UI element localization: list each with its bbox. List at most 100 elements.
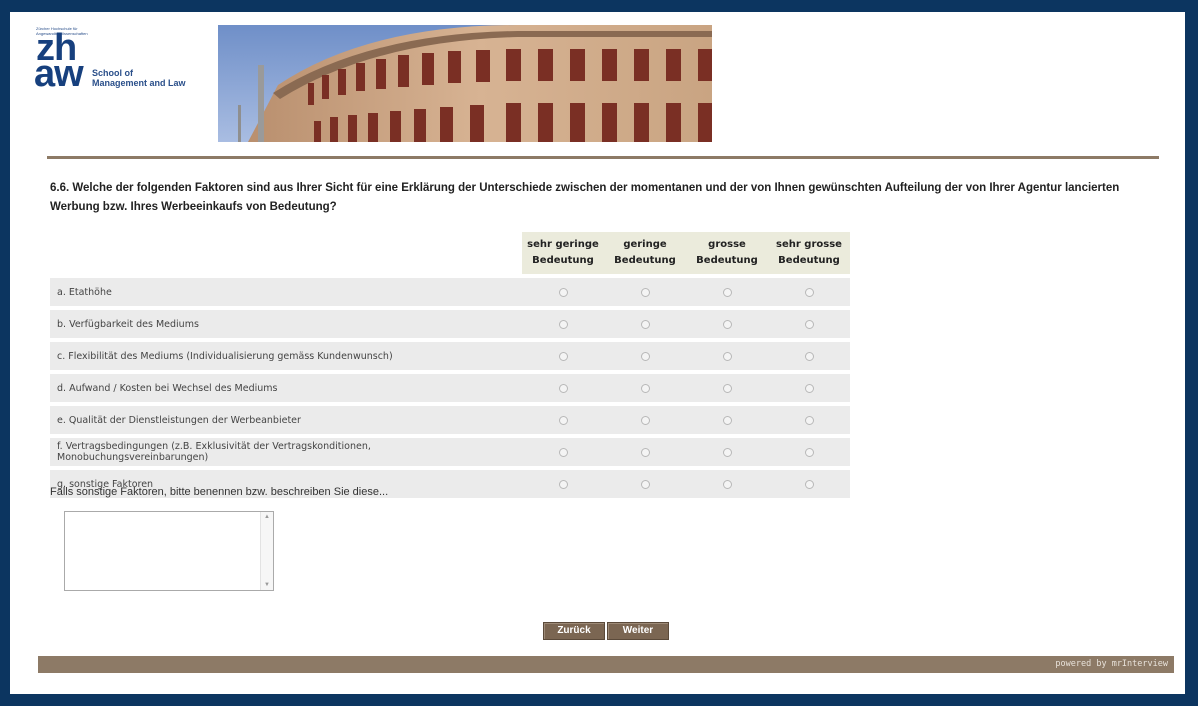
row-label: f. Vertragsbedingungen (z.B. Exklusivitä… [50,438,522,466]
radio-cell [686,406,768,434]
radio-cell [522,470,604,498]
next-button[interactable]: Weiter [607,622,669,640]
radio-cell [686,278,768,306]
radio-button[interactable] [804,351,814,361]
logo-school-text: School of Management and Law [92,68,186,88]
radio-button[interactable] [640,415,650,425]
radio-cell [604,470,686,498]
radio-button[interactable] [558,287,568,297]
radio-button[interactable] [804,287,814,297]
column-header-line2: Bedeutung [696,255,758,266]
radio-button[interactable] [640,479,650,489]
radio-cell [522,374,604,402]
radio-cell [686,470,768,498]
radio-cell [522,310,604,338]
logo-aw: aw [34,53,84,95]
grid-row-e: e. Qualität der Dienstleistungen der Wer… [50,406,850,434]
radio-button[interactable] [804,479,814,489]
radio-cell [604,342,686,370]
question-text: 6.6. Welche der folgenden Faktoren sind … [50,182,1120,213]
column-header-sehr-geringe: sehr geringe Bedeutung [522,232,604,274]
radio-cell [522,438,604,466]
logo-school-line2: Management and Law [92,78,186,88]
radio-button[interactable] [804,383,814,393]
zhaw-logo: Zürcher Hochschule für Angewandte Wissen… [34,26,204,106]
grid-row-c: c. Flexibilität des Mediums (Individuali… [50,342,850,370]
column-header-line1: grosse [708,239,746,250]
rating-grid: sehr geringe Bedeutung geringe Bedeutung g… [50,228,850,502]
other-factors-textarea[interactable]: ▲ ▼ [64,511,274,591]
radio-button[interactable] [722,383,732,393]
radio-button[interactable] [640,447,650,457]
powered-by-text: powered by mrInterview [1055,659,1168,669]
radio-button[interactable] [722,447,732,457]
grid-row-a: a. Etathöhe [50,278,850,306]
radio-cell [768,342,850,370]
logo-school-line1: School of [92,68,133,78]
row-label: c. Flexibilität des Mediums (Individuali… [50,342,522,370]
grid-header-blank [50,232,522,274]
radio-button[interactable] [558,479,568,489]
scroll-down-icon[interactable]: ▼ [264,582,270,588]
radio-button[interactable] [722,415,732,425]
radio-button[interactable] [804,447,814,457]
back-button[interactable]: Zurück [543,622,605,640]
radio-button[interactable] [558,415,568,425]
grid-row-f: f. Vertragsbedingungen (z.B. Exklusivitä… [50,438,850,466]
row-label: d. Aufwand / Kosten bei Wechsel des Medi… [50,374,522,402]
column-header-line2: Bedeutung [532,255,594,266]
header-divider [47,156,1159,159]
radio-cell [604,438,686,466]
column-header-geringe: geringe Bedeutung [604,232,686,274]
radio-cell [768,470,850,498]
column-header-grosse: grosse Bedeutung [686,232,768,274]
radio-cell [604,406,686,434]
radio-button[interactable] [722,479,732,489]
grid-header-row: sehr geringe Bedeutung geringe Bedeutung g… [50,232,850,274]
row-label: e. Qualität der Dienstleistungen der Wer… [50,406,522,434]
row-label: a. Etathöhe [50,278,522,306]
radio-cell [686,374,768,402]
radio-button[interactable] [804,319,814,329]
row-label: b. Verfügbarkeit des Mediums [50,310,522,338]
radio-button[interactable] [558,351,568,361]
radio-button[interactable] [558,383,568,393]
radio-cell [768,310,850,338]
survey-page: Zürcher Hochschule für Angewandte Wissen… [10,12,1185,694]
column-header-line2: Bedeutung [614,255,676,266]
column-header-line2: Bedeutung [778,255,840,266]
other-factors-label: Falls sonstige Faktoren, bitte benennen … [50,486,389,498]
scroll-up-icon[interactable]: ▲ [264,514,270,520]
radio-cell [604,310,686,338]
radio-cell [686,342,768,370]
building-banner-image [218,25,712,142]
footer-bar: powered by mrInterview [38,656,1174,673]
radio-button[interactable] [722,319,732,329]
grid-row-b: b. Verfügbarkeit des Mediums [50,310,850,338]
radio-cell [768,406,850,434]
radio-cell [768,374,850,402]
radio-button[interactable] [640,351,650,361]
column-header-line1: sehr geringe [527,239,599,250]
textarea-scrollbar[interactable]: ▲ ▼ [260,512,273,590]
radio-cell [522,406,604,434]
radio-cell [604,374,686,402]
radio-cell [686,438,768,466]
radio-button[interactable] [640,319,650,329]
radio-cell [686,310,768,338]
radio-cell [768,438,850,466]
radio-cell [522,278,604,306]
column-header-line1: sehr grosse [776,239,842,250]
radio-button[interactable] [722,351,732,361]
grid-row-d: d. Aufwand / Kosten bei Wechsel des Medi… [50,374,850,402]
radio-cell [768,278,850,306]
radio-button[interactable] [640,383,650,393]
radio-button[interactable] [722,287,732,297]
radio-button[interactable] [558,319,568,329]
column-header-line1: geringe [623,239,667,250]
radio-button[interactable] [804,415,814,425]
radio-button[interactable] [558,447,568,457]
radio-cell [522,342,604,370]
radio-cell [604,278,686,306]
radio-button[interactable] [640,287,650,297]
